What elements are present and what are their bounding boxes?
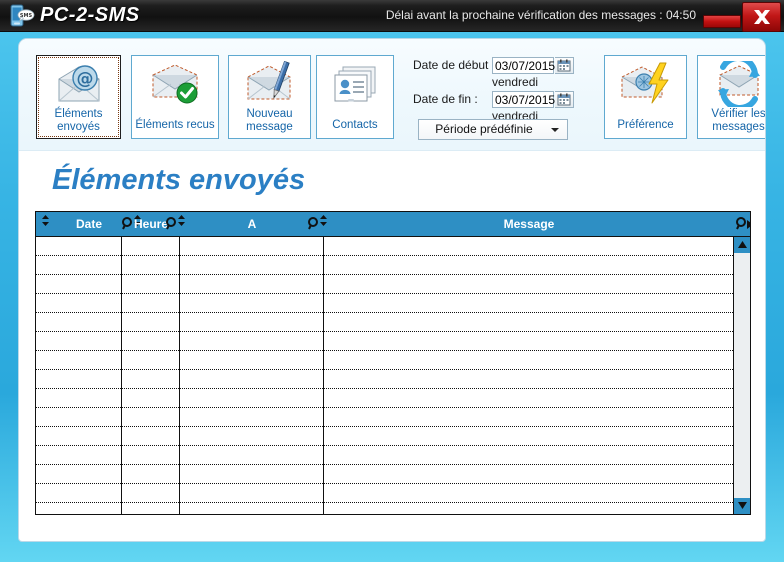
end-date-row: Date de fin : 03/07/2015	[413, 91, 588, 109]
start-date-input[interactable]: 03/07/2015	[492, 57, 555, 74]
toolbar-button-preferences-label: Préférence	[617, 119, 674, 131]
start-date-row: Date de début : 03/07/2015	[413, 57, 588, 75]
end-date-label: Date de fin :	[413, 92, 478, 106]
window-body: @ Éléments envoyés Éléments recus Nouvea…	[18, 38, 766, 542]
triangle-up-icon	[737, 241, 747, 248]
table-row[interactable]	[36, 370, 735, 389]
page-title: Éléments envoyés	[52, 164, 306, 196]
envelope-pen-icon	[229, 60, 310, 107]
table-row[interactable]	[36, 294, 735, 313]
table-row[interactable]	[36, 275, 735, 294]
start-date-calendar-icon[interactable]	[555, 57, 574, 74]
envelope-at-icon: @	[37, 61, 120, 107]
envelope-check-icon	[132, 61, 218, 107]
table-row[interactable]	[36, 351, 735, 370]
svg-text:@: @	[76, 69, 93, 89]
triangle-down-icon	[737, 502, 747, 509]
toolbar-button-sent-items[interactable]: @ Éléments envoyés	[36, 55, 121, 139]
toolbar-button-new-message-label-1: Nouveau	[246, 108, 293, 120]
table-row[interactable]	[36, 484, 735, 503]
toolbar-button-preferences[interactable]: Préférence	[604, 55, 687, 139]
table-row[interactable]	[36, 389, 735, 408]
toolbar-button-sent-items-label-2: envoyés	[57, 121, 100, 133]
sort-updown-icon-date[interactable]	[41, 213, 50, 226]
toolbar-button-check-messages-label-1: Vérifier les	[711, 108, 766, 120]
application-window: SMS PC-2-SMS Délai avant la prochaine vé…	[0, 0, 784, 562]
grid-vertical-scrollbar[interactable]	[733, 237, 750, 514]
chevron-down-icon	[551, 128, 559, 132]
title-bar: SMS PC-2-SMS Délai avant la prochaine vé…	[0, 0, 784, 32]
table-row[interactable]	[36, 465, 735, 484]
toolbar-button-received-items-label: Éléments recus	[135, 119, 215, 131]
toolbar-button-contacts-label: Contacts	[332, 119, 378, 131]
close-icon	[753, 10, 770, 24]
grid-column-header-date[interactable]: Date	[56, 212, 122, 236]
grid-scroll-right-icon[interactable]	[747, 216, 750, 229]
table-row[interactable]	[36, 446, 735, 465]
grid-body[interactable]	[36, 237, 735, 514]
minimize-button[interactable]	[703, 15, 741, 28]
start-date-dayname: vendredi	[492, 75, 539, 89]
magnifier-icon-a[interactable]	[308, 217, 319, 230]
toolbar-button-check-messages-label-2: messages	[712, 121, 765, 133]
envelope-lightning-icon	[605, 61, 686, 107]
sms-phone-icon: SMS	[8, 3, 36, 30]
toolbar-button-new-message-label-2: message	[246, 121, 293, 133]
toolbar-button-sent-items-label-1: Éléments	[54, 108, 103, 120]
table-row[interactable]	[36, 332, 735, 351]
predefined-period-value: Période prédéfinie	[435, 122, 533, 136]
table-row[interactable]	[36, 313, 735, 332]
messages-grid: Date Heure A Message	[35, 211, 751, 515]
close-button[interactable]	[742, 2, 781, 32]
end-date-calendar-icon[interactable]	[555, 91, 574, 108]
envelope-refresh-icon	[698, 55, 765, 111]
toolbar-button-contacts[interactable]: Contacts	[316, 55, 394, 139]
magnifier-icon-message[interactable]	[736, 217, 747, 230]
start-date-label: Date de début :	[413, 58, 496, 72]
predefined-period-select[interactable]: Période prédéfinie	[418, 119, 568, 140]
check-countdown-text: Délai avant la prochaine vérification de…	[385, 8, 696, 22]
toolbar-button-check-messages[interactable]: Vérifier les messages	[697, 55, 766, 139]
table-row[interactable]	[36, 503, 735, 514]
toolbar: @ Éléments envoyés Éléments recus Nouvea…	[19, 39, 765, 151]
toolbar-button-received-items[interactable]: Éléments recus	[131, 55, 219, 139]
table-row[interactable]	[36, 256, 735, 275]
svg-text:SMS: SMS	[20, 13, 33, 19]
end-date-input[interactable]: 03/07/2015	[492, 91, 555, 108]
scroll-down-button[interactable]	[734, 498, 750, 514]
contacts-card-icon	[317, 61, 393, 107]
grid-header-row: Date Heure A Message	[36, 212, 750, 237]
toolbar-button-new-message[interactable]: Nouveau message	[228, 55, 311, 139]
magnifier-icon-heure[interactable]	[166, 217, 177, 230]
table-row[interactable]	[36, 427, 735, 446]
scroll-up-button[interactable]	[734, 237, 750, 253]
grid-column-header-a[interactable]: A	[180, 212, 324, 236]
table-row[interactable]	[36, 237, 735, 256]
app-title: PC-2-SMS	[40, 4, 140, 26]
date-filter-panel: Date de début : 03/07/2015 vendredi Date…	[413, 57, 588, 140]
grid-column-header-message[interactable]: Message	[324, 212, 734, 236]
table-row[interactable]	[36, 408, 735, 427]
